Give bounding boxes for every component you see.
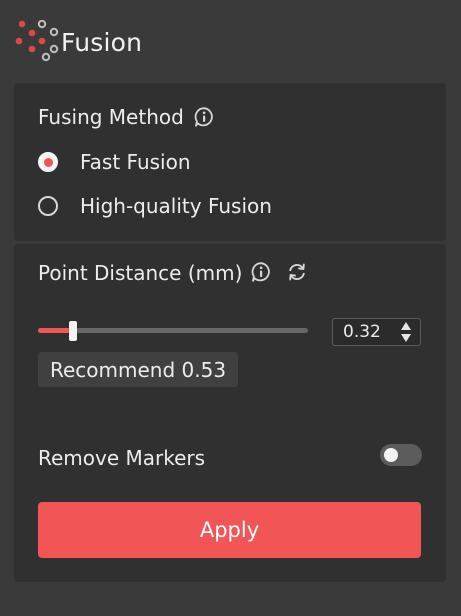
slider-fill xyxy=(38,328,74,333)
slider-thumb[interactable] xyxy=(69,321,78,341)
apply-button[interactable]: Apply xyxy=(38,502,421,558)
refresh-icon[interactable] xyxy=(286,261,308,283)
radio-button-unchecked[interactable] xyxy=(38,196,58,216)
point-distance-input[interactable]: 0.32 xyxy=(332,318,421,346)
radio-button-checked[interactable] xyxy=(38,152,58,172)
header: Fusion xyxy=(14,19,143,64)
fusing-method-label: Fusing Method xyxy=(38,105,184,129)
point-distance-label: Point Distance (mm) xyxy=(38,261,243,285)
fusion-logo xyxy=(14,19,62,64)
fusing-method-panel: Fusing Method Fast Fusion High-quality F… xyxy=(14,83,446,241)
point-distance-slider[interactable] xyxy=(38,321,308,341)
radio-high-quality-fusion[interactable]: High-quality Fusion xyxy=(38,194,272,218)
radio-fast-fusion[interactable]: Fast Fusion xyxy=(38,150,191,174)
recommend-hint: Recommend 0.53 xyxy=(38,352,239,387)
point-distance-value[interactable]: 0.32 xyxy=(343,322,398,342)
radio-label-high-quality-fusion: High-quality Fusion xyxy=(80,194,272,218)
info-icon[interactable] xyxy=(250,261,272,283)
toggle-knob xyxy=(384,448,398,462)
slider-track[interactable] xyxy=(38,328,308,333)
point-distance-panel: Point Distance (mm) 0.32 Recommend 0.53 xyxy=(14,244,446,582)
info-icon[interactable] xyxy=(193,106,215,128)
page-title: Fusion xyxy=(61,27,143,57)
remove-markers-toggle[interactable] xyxy=(380,444,422,466)
remove-markers-label: Remove Markers xyxy=(38,446,206,470)
up-down-spinner-icon[interactable] xyxy=(398,319,414,345)
radio-label-fast-fusion: Fast Fusion xyxy=(80,150,191,174)
